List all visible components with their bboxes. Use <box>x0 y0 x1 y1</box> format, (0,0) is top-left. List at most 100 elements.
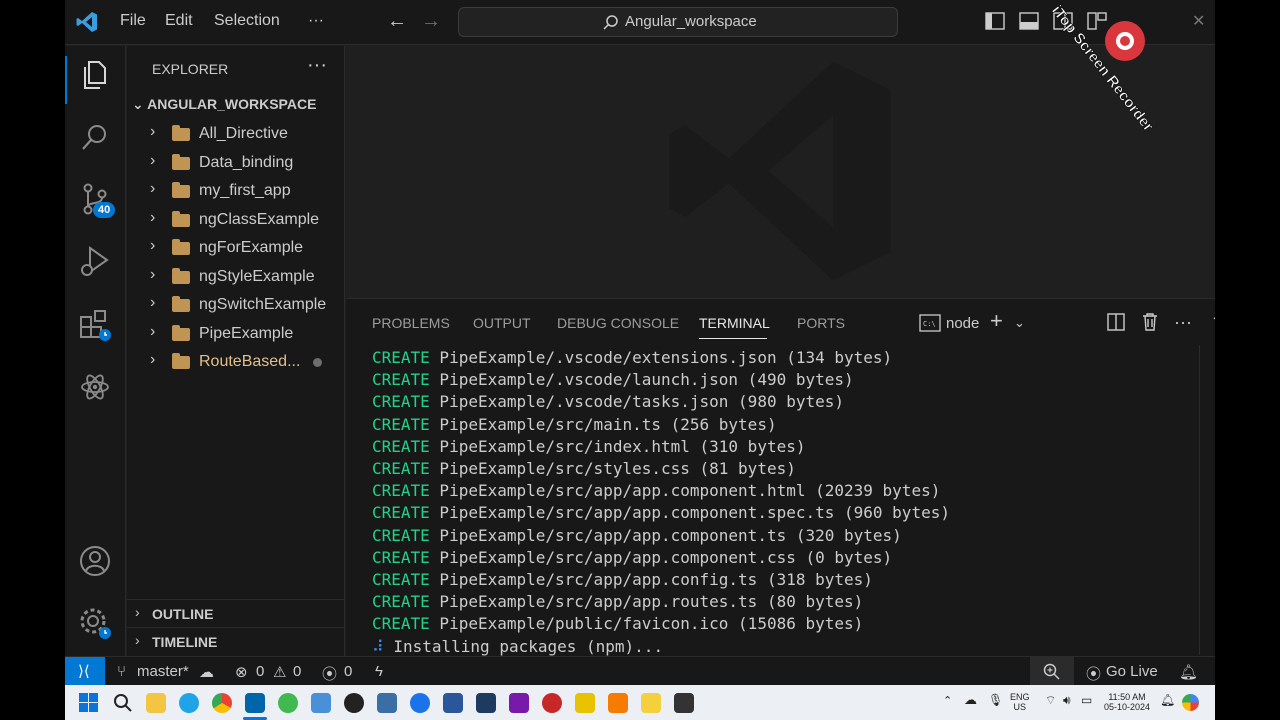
cmd-icon[interactable] <box>674 693 694 713</box>
app-icon-blue[interactable] <box>377 693 397 713</box>
workspace-header[interactable]: ⌄ ANGULAR_WORKSPACE <box>132 96 316 113</box>
maximize-panel-icon[interactable]: ⌃ <box>1210 312 1215 333</box>
recorder-app-icon[interactable] <box>542 693 562 713</box>
notifications-bell-icon[interactable]: 🔔︎ <box>1179 663 1198 681</box>
customize-layout-icon[interactable] <box>1087 12 1107 30</box>
chrome-icon[interactable] <box>212 693 232 713</box>
chevron-right-icon: › <box>150 294 156 311</box>
extensions-icon[interactable] <box>78 308 112 342</box>
tab-debug-console[interactable]: DEBUG CONSOLE <box>557 315 679 331</box>
tab-output[interactable]: OUTPUT <box>473 315 531 331</box>
error-count[interactable]: 0 <box>256 663 264 680</box>
manage-gear-icon[interactable] <box>78 606 112 640</box>
error-icon: ⊗ <box>235 664 248 681</box>
toggle-panel-icon[interactable] <box>1019 12 1039 30</box>
sync-cloud-icon[interactable]: ☁ <box>199 663 214 681</box>
edge-browser-icon[interactable] <box>179 693 199 713</box>
folder-row[interactable]: › ngStyleExample <box>127 263 345 291</box>
language-indicator[interactable]: ENG US <box>1010 692 1030 712</box>
folder-row[interactable]: › ngSwitchExample <box>127 291 345 319</box>
sublime-icon[interactable] <box>608 693 628 713</box>
folder-row[interactable]: › Data_binding <box>127 149 345 177</box>
clock[interactable]: 11:50 AM 05-10-2024 <box>1101 692 1153 712</box>
chevron-down-icon[interactable]: ⌄ <box>1014 315 1025 331</box>
maps-icon[interactable] <box>410 693 430 713</box>
tab-terminal[interactable]: TERMINAL <box>699 315 770 331</box>
react-icon[interactable] <box>78 370 112 404</box>
git-branch[interactable]: master* <box>137 663 189 680</box>
go-live-button[interactable]: Go Live <box>1106 663 1158 680</box>
trash-icon[interactable] <box>1141 312 1159 332</box>
more-actions-icon[interactable]: ··· <box>1174 312 1192 333</box>
explorer-more-actions[interactable]: ··· <box>307 54 327 77</box>
notepad-icon[interactable] <box>311 693 331 713</box>
terminal-scrollbar[interactable] <box>1199 345 1213 655</box>
folder-row[interactable]: › ngForExample <box>127 234 345 262</box>
vscode-taskbar-icon[interactable] <box>245 693 265 713</box>
terminal-line-text: PipeExample/src/app/app.component.ts (32… <box>429 525 902 545</box>
folder-row[interactable]: › RouteBased... <box>127 348 345 376</box>
folder-label: PipeExample <box>199 325 294 342</box>
terminal-app-icon[interactable] <box>476 693 496 713</box>
folder-row[interactable]: › my_first_app <box>127 177 345 205</box>
warning-icon: ⚠ <box>273 664 287 681</box>
terminal-line: CREATE PipeExample/src/main.ts (256 byte… <box>372 414 950 436</box>
file-icon[interactable] <box>641 693 661 713</box>
command-center-search[interactable]: Angular_workspace <box>458 7 898 37</box>
tab-problems[interactable]: PROBLEMS <box>372 315 450 331</box>
forward-arrow-icon[interactable]: → <box>421 10 441 33</box>
lightning-icon[interactable]: ϟ <box>375 663 383 680</box>
zoom-button[interactable] <box>1030 657 1074 686</box>
timeline-section-header[interactable]: › TIMELINE <box>127 627 345 655</box>
terminal-keyword: CREATE <box>372 459 430 479</box>
timeline-label: TIMELINE <box>152 634 218 650</box>
sticky-notes-icon[interactable] <box>575 693 595 713</box>
app-icon-green[interactable] <box>278 693 298 713</box>
search-icon[interactable] <box>113 693 132 712</box>
search-icon[interactable] <box>78 120 112 154</box>
windows-start-icon[interactable] <box>79 693 98 712</box>
terminal-output[interactable]: CREATE PipeExample/.vscode/extensions.js… <box>372 347 950 658</box>
app-icon-dark[interactable] <box>344 693 364 713</box>
ports-count[interactable]: 0 <box>344 663 352 680</box>
terminal-line-text: PipeExample/src/main.ts (256 bytes) <box>429 414 777 434</box>
outline-section-header[interactable]: › OUTLINE <box>127 599 345 627</box>
menu-more[interactable]: ··· <box>308 12 324 30</box>
region-code: US <box>1013 702 1027 712</box>
terminal-name[interactable]: node <box>946 315 979 332</box>
editor-area[interactable] <box>346 46 1215 298</box>
battery-icon[interactable]: ▭ <box>1081 694 1092 706</box>
copilot-icon[interactable] <box>1182 694 1199 711</box>
wifi-icon[interactable]: ⌔ <box>1045 694 1056 706</box>
run-debug-icon[interactable] <box>78 244 112 278</box>
microphone-icon[interactable]: 🎙︎ <box>988 694 1003 706</box>
menu-file[interactable]: File <box>120 12 146 30</box>
menu-edit[interactable]: Edit <box>165 12 193 30</box>
close-window-icon[interactable]: ✕ <box>1192 11 1205 31</box>
toggle-primary-sidebar-icon[interactable] <box>985 12 1005 30</box>
explorer-files-icon[interactable] <box>78 58 112 92</box>
warning-count[interactable]: 0 <box>293 663 301 680</box>
folder-icon <box>172 325 190 341</box>
folder-row[interactable]: › PipeExample <box>127 320 345 348</box>
tray-overflow-icon[interactable]: ⌃ <box>943 696 952 707</box>
remote-indicator[interactable]: ⟩⟨ <box>65 657 105 686</box>
new-terminal-icon[interactable]: + <box>990 308 1003 334</box>
notification-bell-icon[interactable]: 🔔︎ <box>1160 694 1175 706</box>
folder-row[interactable]: › ngClassExample <box>127 206 345 234</box>
split-terminal-icon[interactable] <box>1107 313 1125 331</box>
terminal-line: CREATE PipeExample/src/index.html (310 b… <box>372 436 950 458</box>
folder-label: ngForExample <box>199 239 304 256</box>
file-explorer-icon[interactable] <box>146 693 166 713</box>
back-arrow-icon[interactable]: ← <box>387 10 407 33</box>
volume-icon[interactable]: 🔊︎ <box>1063 694 1071 706</box>
onedrive-icon[interactable]: ☁ <box>964 693 977 706</box>
tab-ports[interactable]: PORTS <box>797 315 845 331</box>
terminal-line-text: PipeExample/src/app/app.component.spec.t… <box>429 503 950 523</box>
onenote-icon[interactable] <box>509 693 529 713</box>
menu-selection[interactable]: Selection <box>214 12 280 30</box>
source-control-badge: 40 <box>93 202 116 218</box>
folder-row[interactable]: › All_Directive <box>127 120 345 148</box>
accounts-icon[interactable] <box>78 544 112 578</box>
app-icon-navy[interactable] <box>443 693 463 713</box>
